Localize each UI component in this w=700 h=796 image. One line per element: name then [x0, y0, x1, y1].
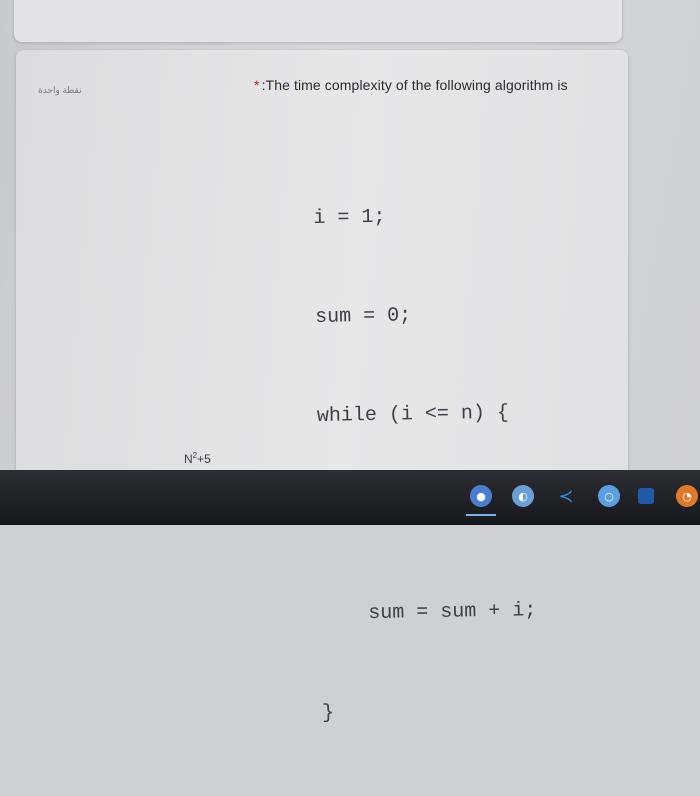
answer-suffix: +5 — [197, 452, 211, 466]
circle-app-icon[interactable]: ○ — [598, 485, 620, 507]
chrome-icon[interactable]: ● — [470, 485, 492, 507]
taskbar — [0, 470, 700, 525]
code-line: } — [321, 701, 335, 725]
app-icon[interactable]: ◐ — [512, 485, 534, 507]
code-block: i = 1; sum = 0; while (i <= n) { i = i +… — [312, 132, 540, 796]
code-line: sum = sum + i; — [320, 599, 537, 626]
required-asterisk: * — [254, 77, 260, 93]
points-label: نقطة واحدة — [38, 85, 82, 95]
answer-base: N — [184, 452, 193, 466]
code-line: i = 1; — [313, 205, 386, 230]
code-line: while (i <= n) { — [316, 401, 510, 428]
vscode-icon[interactable]: ≺ — [555, 485, 577, 507]
answer-option[interactable]: N2+5 — [184, 451, 211, 466]
screen: نقطة واحدة *:The time complexity of the … — [0, 0, 700, 725]
previous-question-card — [14, 0, 622, 42]
code-line: sum = 0; — [314, 304, 412, 329]
question-card: نقطة واحدة *:The time complexity of the … — [16, 50, 628, 725]
orange-app-icon[interactable]: ◔ — [676, 485, 698, 507]
square-app-icon[interactable] — [638, 488, 654, 504]
question-title-text: :The time complexity of the following al… — [261, 77, 568, 93]
active-indicator — [466, 514, 496, 516]
question-title: *:The time complexity of the following a… — [254, 77, 568, 93]
